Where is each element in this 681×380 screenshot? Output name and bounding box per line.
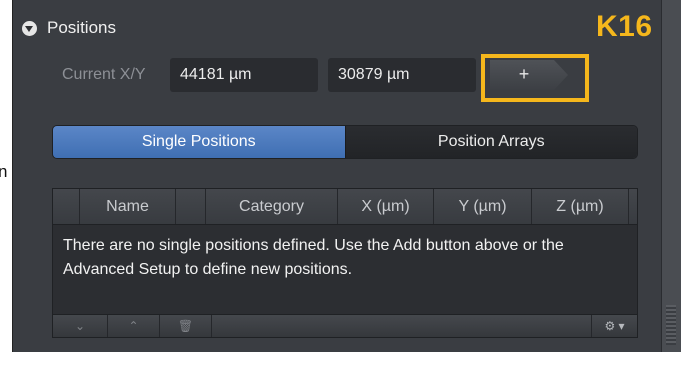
column-header-spacer[interactable] bbox=[176, 189, 206, 224]
current-x-field[interactable]: 44181 µm bbox=[170, 58, 318, 92]
annotation-label: K16 bbox=[596, 10, 653, 43]
tab-position-arrays[interactable]: Position Arrays bbox=[344, 126, 637, 158]
position-tabs: Single Positions Position Arrays bbox=[52, 125, 638, 159]
positions-table: Name Category X (µm) Y (µm) Z (µm) There… bbox=[52, 188, 638, 338]
current-y-field[interactable]: 30879 µm bbox=[328, 58, 476, 92]
move-up-icon[interactable]: ⌃ bbox=[108, 315, 160, 337]
column-header-select[interactable] bbox=[53, 189, 80, 224]
column-header-z[interactable]: Z (µm) bbox=[532, 189, 629, 224]
gear-icon[interactable]: ⚙ ▾ bbox=[591, 315, 637, 337]
positions-header[interactable]: Positions bbox=[22, 18, 116, 38]
trash-icon[interactable]: 🗑 bbox=[160, 315, 212, 337]
current-xy-label: Current X/Y bbox=[62, 66, 146, 83]
annotation-highlight-box bbox=[481, 54, 589, 102]
chevron-down-icon[interactable] bbox=[22, 20, 37, 36]
scrollbar-grip[interactable] bbox=[666, 305, 676, 345]
panel-title: Positions bbox=[47, 18, 116, 37]
column-header-y[interactable]: Y (µm) bbox=[434, 189, 532, 224]
column-header-category[interactable]: Category bbox=[206, 189, 338, 224]
move-down-icon[interactable]: ⌄ bbox=[53, 315, 108, 337]
tab-single-positions[interactable]: Single Positions bbox=[53, 126, 345, 158]
table-toolbar: ⌄ ⌃ 🗑 ⚙ ▾ bbox=[53, 314, 637, 337]
empty-table-message: There are no single positions defined. U… bbox=[63, 237, 564, 278]
panel-scrollbar[interactable] bbox=[662, 0, 681, 352]
table-header: Name Category X (µm) Y (µm) Z (µm) bbox=[53, 189, 637, 225]
cut-off-text: n bbox=[0, 162, 8, 181]
column-header-x[interactable]: X (µm) bbox=[338, 189, 434, 224]
column-header-name[interactable]: Name bbox=[80, 189, 176, 224]
